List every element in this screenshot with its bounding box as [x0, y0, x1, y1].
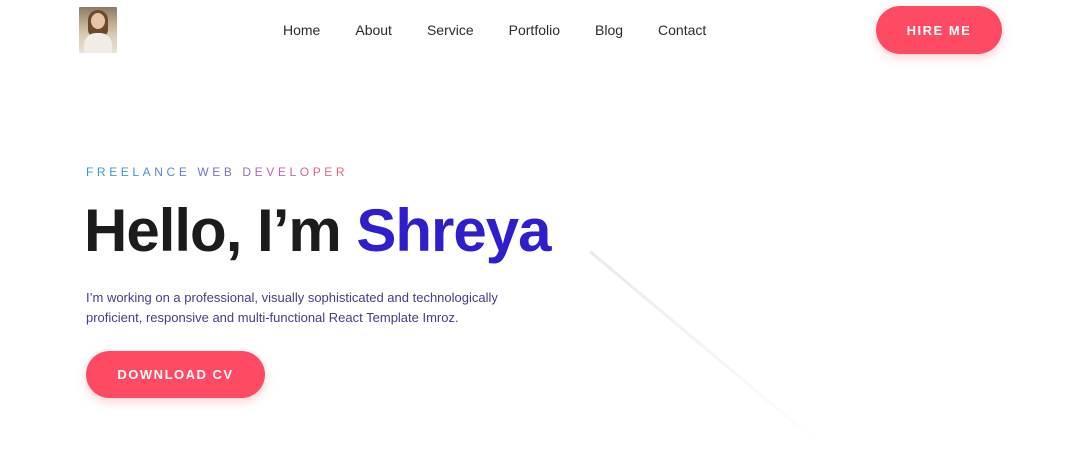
nav-blog[interactable]: Blog [595, 20, 623, 40]
nav-home[interactable]: Home [283, 20, 320, 40]
site-header: Home About Service Portfolio Blog Contac… [0, 0, 1080, 60]
main-nav: Home About Service Portfolio Blog Contac… [283, 20, 706, 40]
nav-portfolio[interactable]: Portfolio [509, 20, 560, 40]
hero-tagline: FREELANCE WEB DEVELOPER [86, 165, 349, 179]
nav-contact[interactable]: Contact [658, 20, 706, 40]
hire-me-button[interactable]: HIRE ME [876, 6, 1002, 54]
download-cv-button[interactable]: DOWNLOAD CV [86, 351, 265, 398]
avatar-body [84, 33, 112, 53]
nav-about[interactable]: About [355, 20, 392, 40]
avatar-face [91, 13, 105, 29]
hero-headline: Hello, I’m Shreya [84, 196, 552, 266]
decorative-line [589, 250, 821, 446]
hero-name: Shreya [356, 197, 551, 264]
hero-description: I’m working on a professional, visually … [86, 290, 498, 325]
hero-greeting: Hello, I’m [84, 197, 357, 264]
nav-service[interactable]: Service [427, 20, 474, 40]
avatar-logo[interactable] [79, 7, 117, 53]
